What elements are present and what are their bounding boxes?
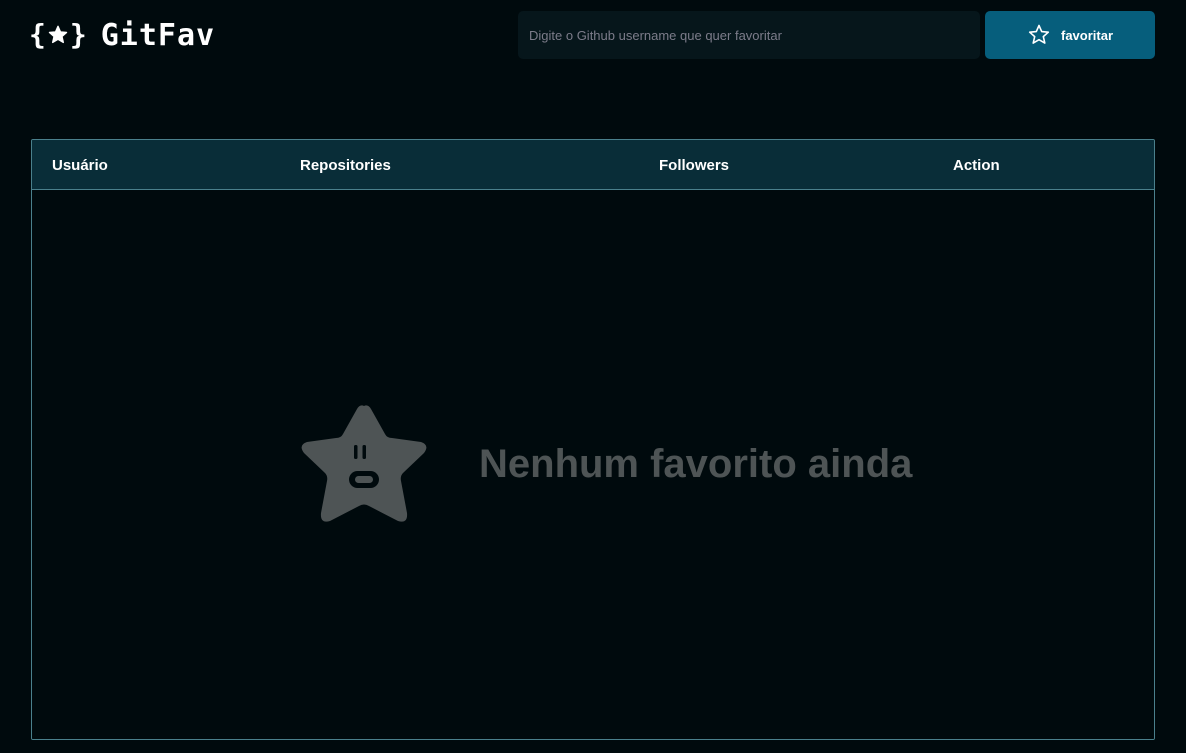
column-header-usuario: Usuário [52,157,108,174]
table-header: Usuário Repositories Followers Action [32,140,1154,190]
username-search-input[interactable] [518,11,980,59]
favorites-table: Usuário Repositories Followers Action Ne… [31,139,1155,740]
surprised-star-icon [297,400,431,528]
column-header-repositories: Repositories [300,157,391,174]
column-header-followers: Followers [659,157,730,174]
logo-title: GitFav [100,17,216,53]
favoritar-button-label: favoritar [1060,27,1114,43]
star-in-braces-icon: { } [29,18,87,51]
favoritar-button[interactable]: favoritar [985,11,1155,59]
star-outline-icon [1027,23,1051,47]
empty-state: Nenhum favorito ainda [297,400,912,528]
column-header-action: Action [953,157,1000,174]
app-header: { } GitFav favoritar [0,0,1186,90]
gitfav-logo[interactable]: { } GitFav [29,15,215,55]
table-body: Nenhum favorito ainda [32,190,1154,739]
empty-state-message: Nenhum favorito ainda [479,441,913,486]
